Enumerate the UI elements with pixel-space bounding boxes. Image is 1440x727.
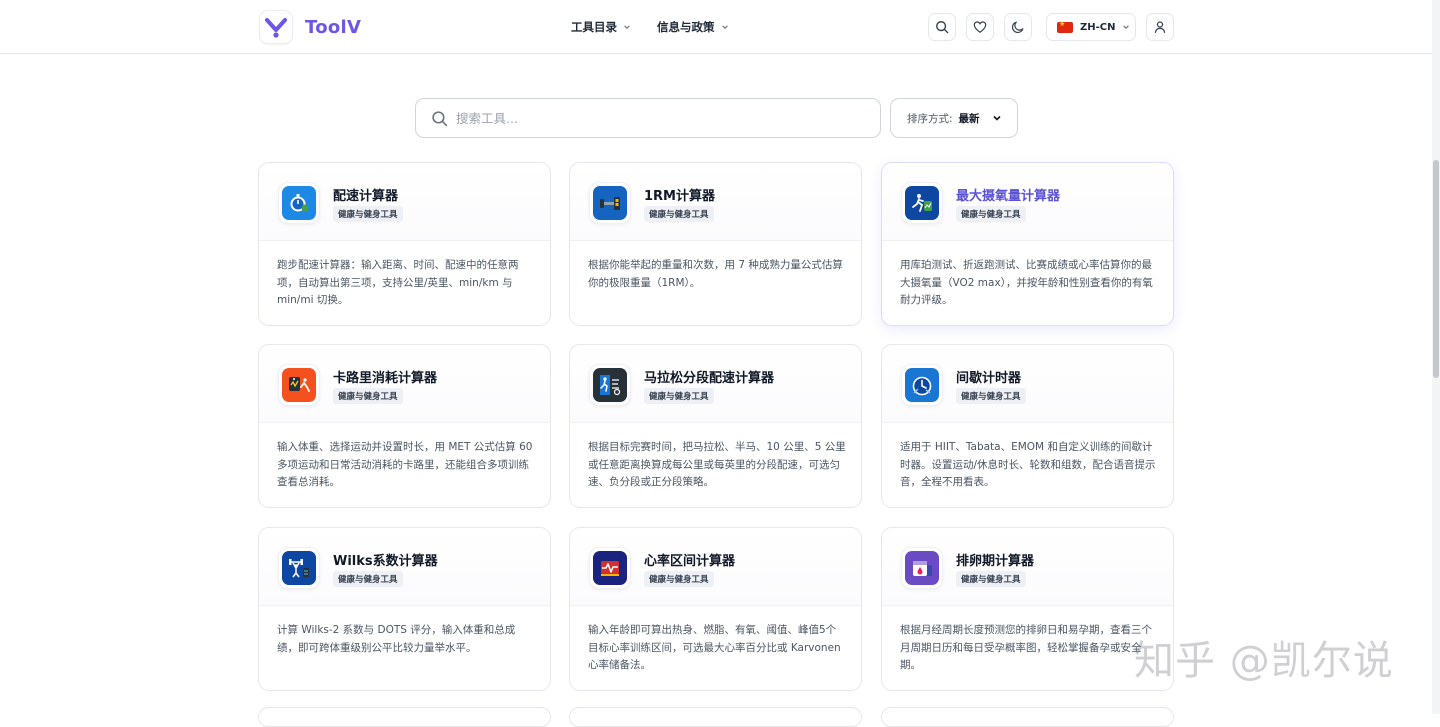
nav-tool-catalog[interactable]: 工具目录: [571, 19, 631, 35]
tool-card-heart-rate-zone-calculator[interactable]: 心率区间计算器 健康与健身工具 输入年龄即可算出热身、燃脂、有氧、阈值、峰值5个…: [569, 527, 862, 691]
card-header: 排卵期计算器 健康与健身工具: [882, 528, 1173, 606]
card-description: 用库珀测试、折返跑测试、比赛成绩或心率估算你的最大摄氧量（VO2 max），并按…: [900, 259, 1153, 306]
card-icon-frame: [901, 547, 943, 589]
tool-search-box: [415, 98, 881, 138]
card-title: 心率区间计算器: [644, 554, 736, 569]
user-icon: [1154, 21, 1166, 34]
moon-icon: [1011, 21, 1024, 34]
card-header: 配速计算器 健康与健身工具: [259, 163, 550, 241]
tool-card-calorie-calculator[interactable]: 卡路里消耗计算器 健康与健身工具 输入体重、选择运动并设置时长，用 MET 公式…: [258, 344, 551, 508]
search-input[interactable]: [456, 110, 856, 126]
language-label: ZH-CN: [1080, 21, 1116, 33]
main-nav: 工具目录 信息与政策: [571, 19, 729, 35]
weightlift-icon: [282, 551, 316, 585]
tool-card-ovulation-calculator[interactable]: 排卵期计算器 健康与健身工具 根据月经周期长度预测您的排卵日和易孕期，查看三个月…: [881, 527, 1174, 691]
category-tag: 健康与健身工具: [956, 206, 1026, 222]
calorie-icon: [282, 368, 316, 402]
card-description: 根据你能举起的重量和次数，用 7 种成熟力量公式估算你的极限重量（1RM）。: [588, 259, 843, 289]
runner-icon: [905, 186, 939, 220]
tool-card-partial[interactable]: [881, 707, 1174, 727]
card-description: 跑步配速计算器：输入距离、时间、配速中的任意两项，自动算出第三项，支持公里/英里…: [277, 259, 519, 306]
card-header: 心率区间计算器 健康与健身工具: [570, 528, 861, 606]
chevron-down-icon: [992, 115, 1001, 121]
card-icon-frame: [589, 547, 631, 589]
card-icon-frame: [278, 364, 320, 406]
card-description: 计算 Wilks-2 系数与 DOTS 评分，输入体重和总成绩，即可跨体重级别公…: [277, 624, 516, 654]
card-description: 根据月经周期长度预测您的排卵日和易孕期，查看三个月周期日历和每日受孕概率图，轻松…: [900, 624, 1152, 671]
tool-card-pace-calculator[interactable]: 配速计算器 健康与健身工具 跑步配速计算器：输入距离、时间、配速中的任意两项，自…: [258, 162, 551, 326]
card-description: 适用于 HIIT、Tabata、EMOM 和自定义训练的间歇计时器。设置运动/休…: [900, 441, 1156, 488]
card-header: 间歇计时器 健康与健身工具: [882, 345, 1173, 423]
timer-icon: [905, 368, 939, 402]
card-title: 1RM计算器: [644, 189, 715, 204]
brand-logo[interactable]: ToolV: [259, 10, 361, 44]
category-tag: 健康与健身工具: [956, 571, 1026, 587]
nav-tool-catalog-label: 工具目录: [571, 20, 617, 34]
search-icon: [936, 21, 949, 34]
china-flag-icon: [1057, 20, 1073, 33]
card-header: 卡路里消耗计算器 健康与健身工具: [259, 345, 550, 423]
tool-card-wilks-calculator[interactable]: Wilks系数计算器 健康与健身工具 计算 Wilks-2 系数与 DOTS 评…: [258, 527, 551, 691]
category-tag: 健康与健身工具: [333, 388, 403, 404]
card-title: 马拉松分段配速计算器: [644, 371, 775, 386]
search-icon: [432, 110, 448, 126]
heart-icon: [973, 21, 987, 33]
sort-value: 最新: [958, 112, 980, 125]
top-header: ToolV 工具目录 信息与政策 ZH-CN: [0, 0, 1440, 54]
card-header: Wilks系数计算器 健康与健身工具: [259, 528, 550, 606]
card-description: 输入年龄即可算出热身、燃脂、有氧、阈值、峰值5个目标心率训练区间，可选最大心率百…: [588, 624, 841, 671]
card-icon-frame: [901, 364, 943, 406]
dumbbell-icon: [593, 186, 627, 220]
user-account-button[interactable]: [1146, 13, 1174, 41]
card-icon-frame: [278, 182, 320, 224]
stopwatch-icon: [282, 186, 316, 220]
chevron-down-icon: [721, 25, 728, 29]
theme-toggle-button[interactable]: [1004, 13, 1032, 41]
watermark: 知乎 @凯尔说: [1134, 638, 1394, 684]
search-button[interactable]: [928, 13, 956, 41]
card-description: 输入体重、选择运动并设置时长，用 MET 公式估算 60 多项运动和日常活动消耗…: [277, 441, 533, 488]
card-description: 根据目标完赛时间，把马拉松、半马、10 公里、5 公里或任意距离换算成每公里或每…: [588, 441, 846, 488]
card-header: 马拉松分段配速计算器 健康与健身工具: [570, 345, 861, 423]
nav-info-policy-label: 信息与政策: [657, 20, 715, 34]
language-selector[interactable]: ZH-CN: [1046, 13, 1136, 41]
chevron-down-icon: [1123, 25, 1130, 29]
category-tag: 健康与健身工具: [333, 206, 403, 222]
marathon-icon: [593, 368, 627, 402]
calendar-drop-icon: [905, 551, 939, 585]
card-header: 1RM计算器 健康与健身工具: [570, 163, 861, 241]
card-title: 最大摄氧量计算器: [956, 189, 1061, 204]
category-tag: 健康与健身工具: [956, 388, 1026, 404]
card-icon-frame: [589, 182, 631, 224]
card-icon-frame: [901, 182, 943, 224]
nav-info-policy[interactable]: 信息与政策: [657, 19, 729, 35]
scrollbar-thumb[interactable]: [1433, 160, 1439, 378]
tool-card-vo2max-calculator[interactable]: 最大摄氧量计算器 健康与健身工具 用库珀测试、折返跑测试、比赛成绩或心率估算你的…: [881, 162, 1174, 326]
card-title: 间歇计时器: [956, 371, 1022, 386]
favorites-button[interactable]: [966, 13, 994, 41]
category-tag: 健康与健身工具: [644, 571, 714, 587]
tool-card-1rm-calculator[interactable]: 1RM计算器 健康与健身工具 根据你能举起的重量和次数，用 7 种成熟力量公式估…: [569, 162, 862, 326]
category-tag: 健康与健身工具: [644, 388, 714, 404]
card-icon-frame: [589, 364, 631, 406]
card-icon-frame: [278, 547, 320, 589]
tool-card-partial[interactable]: [569, 707, 862, 727]
sort-label: 排序方式:: [907, 112, 953, 125]
category-tag: 健康与健身工具: [333, 571, 403, 587]
card-header: 最大摄氧量计算器 健康与健身工具: [882, 163, 1173, 241]
card-title: 卡路里消耗计算器: [333, 371, 438, 386]
brand-name: ToolV: [305, 16, 362, 38]
card-title: 排卵期计算器: [956, 554, 1035, 569]
heartrate-icon: [593, 551, 627, 585]
tool-card-partial[interactable]: [258, 707, 551, 727]
chevron-down-icon: [624, 25, 630, 29]
logo-icon: [259, 10, 293, 44]
category-tag: 健康与健身工具: [644, 206, 714, 222]
tool-card-interval-timer[interactable]: 间歇计时器 健康与健身工具 适用于 HIIT、Tabata、EMOM 和自定义训…: [881, 344, 1174, 508]
sort-dropdown[interactable]: 排序方式: 最新: [890, 98, 1018, 138]
card-title: 配速计算器: [333, 189, 399, 204]
card-title: Wilks系数计算器: [333, 554, 438, 569]
tool-card-marathon-split-calculator[interactable]: 马拉松分段配速计算器 健康与健身工具 根据目标完赛时间，把马拉松、半马、10 公…: [569, 344, 862, 508]
